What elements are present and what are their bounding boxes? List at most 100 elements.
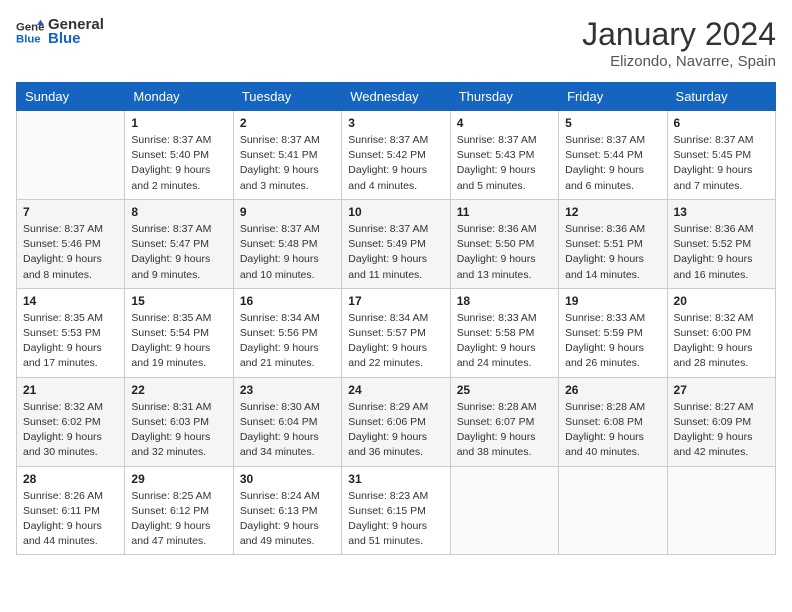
calendar-cell: 16 Sunrise: 8:34 AMSunset: 5:56 PMDayligh…	[233, 288, 341, 377]
calendar-cell: 1 Sunrise: 8:37 AMSunset: 5:40 PMDaylight…	[125, 111, 233, 200]
weekday-header-thursday: Thursday	[450, 83, 558, 111]
cell-sun-info: Sunrise: 8:37 AMSunset: 5:47 PMDaylight:…	[131, 222, 226, 283]
cell-sun-info: Sunrise: 8:33 AMSunset: 5:58 PMDaylight:…	[457, 311, 552, 372]
cell-sun-info: Sunrise: 8:37 AMSunset: 5:43 PMDaylight:…	[457, 133, 552, 194]
calendar-cell: 30 Sunrise: 8:24 AMSunset: 6:13 PMDayligh…	[233, 466, 341, 555]
cell-sun-info: Sunrise: 8:28 AMSunset: 6:08 PMDaylight:…	[565, 400, 660, 461]
cell-sun-info: Sunrise: 8:31 AMSunset: 6:03 PMDaylight:…	[131, 400, 226, 461]
cell-date-number: 24	[348, 383, 443, 397]
calendar-cell: 24 Sunrise: 8:29 AMSunset: 6:06 PMDayligh…	[342, 377, 450, 466]
cell-sun-info: Sunrise: 8:35 AMSunset: 5:54 PMDaylight:…	[131, 311, 226, 372]
calendar-cell	[17, 111, 125, 200]
cell-sun-info: Sunrise: 8:24 AMSunset: 6:13 PMDaylight:…	[240, 489, 335, 550]
calendar-cell: 7 Sunrise: 8:37 AMSunset: 5:46 PMDaylight…	[17, 199, 125, 288]
cell-sun-info: Sunrise: 8:37 AMSunset: 5:44 PMDaylight:…	[565, 133, 660, 194]
calendar-cell	[450, 466, 558, 555]
cell-sun-info: Sunrise: 8:37 AMSunset: 5:42 PMDaylight:…	[348, 133, 443, 194]
calendar-cell	[667, 466, 775, 555]
calendar-cell	[559, 466, 667, 555]
calendar-week-row: 14Sunrise: 8:35 AMSunset: 5:53 PMDayligh…	[17, 288, 776, 377]
cell-sun-info: Sunrise: 8:36 AMSunset: 5:52 PMDaylight:…	[674, 222, 769, 283]
calendar-cell: 4 Sunrise: 8:37 AMSunset: 5:43 PMDaylight…	[450, 111, 558, 200]
calendar-cell: 2 Sunrise: 8:37 AMSunset: 5:41 PMDaylight…	[233, 111, 341, 200]
cell-date-number: 20	[674, 294, 769, 308]
calendar-cell: 21 Sunrise: 8:32 AMSunset: 6:02 PMDayligh…	[17, 377, 125, 466]
cell-sun-info: Sunrise: 8:36 AMSunset: 5:50 PMDaylight:…	[457, 222, 552, 283]
calendar-cell: 11 Sunrise: 8:36 AMSunset: 5:50 PMDayligh…	[450, 199, 558, 288]
calendar-cell: 3 Sunrise: 8:37 AMSunset: 5:42 PMDaylight…	[342, 111, 450, 200]
cell-sun-info: Sunrise: 8:37 AMSunset: 5:40 PMDaylight:…	[131, 133, 226, 194]
cell-date-number: 11	[457, 205, 552, 219]
cell-sun-info: Sunrise: 8:29 AMSunset: 6:06 PMDaylight:…	[348, 400, 443, 461]
calendar-cell: 5 Sunrise: 8:37 AMSunset: 5:44 PMDaylight…	[559, 111, 667, 200]
cell-sun-info: Sunrise: 8:26 AMSunset: 6:11 PMDaylight:…	[23, 489, 118, 550]
cell-sun-info: Sunrise: 8:32 AMSunset: 6:00 PMDaylight:…	[674, 311, 769, 372]
calendar-cell: 20 Sunrise: 8:32 AMSunset: 6:00 PMDayligh…	[667, 288, 775, 377]
cell-date-number: 27	[674, 383, 769, 397]
calendar-week-row: 21 Sunrise: 8:32 AMSunset: 6:02 PMDayligh…	[17, 377, 776, 466]
cell-sun-info: Sunrise: 8:27 AMSunset: 6:09 PMDaylight:…	[674, 400, 769, 461]
weekday-header-monday: Monday	[125, 83, 233, 111]
svg-text:Blue: Blue	[16, 33, 41, 45]
cell-sun-info: Sunrise: 8:35 AMSunset: 5:53 PMDaylight:…	[23, 311, 118, 372]
cell-date-number: 15	[131, 294, 226, 308]
cell-date-number: 30	[240, 472, 335, 486]
cell-sun-info: Sunrise: 8:33 AMSunset: 5:59 PMDaylight:…	[565, 311, 660, 372]
cell-sun-info: Sunrise: 8:37 AMSunset: 5:45 PMDaylight:…	[674, 133, 769, 194]
calendar-cell: 23Sunrise: 8:30 AMSunset: 6:04 PMDayligh…	[233, 377, 341, 466]
weekday-header-sunday: Sunday	[17, 83, 125, 111]
cell-date-number: 9	[240, 205, 335, 219]
cell-sun-info: Sunrise: 8:37 AMSunset: 5:49 PMDaylight:…	[348, 222, 443, 283]
cell-date-number: 1	[131, 116, 226, 130]
calendar-cell: 6Sunrise: 8:37 AMSunset: 5:45 PMDaylight…	[667, 111, 775, 200]
cell-date-number: 7	[23, 205, 118, 219]
cell-sun-info: Sunrise: 8:37 AMSunset: 5:48 PMDaylight:…	[240, 222, 335, 283]
calendar-cell: 17Sunrise: 8:34 AMSunset: 5:57 PMDayligh…	[342, 288, 450, 377]
page-header: General Blue General Blue January 2024 E…	[16, 16, 776, 70]
cell-date-number: 25	[457, 383, 552, 397]
title-block: January 2024 Elizondo, Navarre, Spain	[582, 16, 776, 70]
cell-date-number: 28	[23, 472, 118, 486]
calendar-week-row: 28 Sunrise: 8:26 AMSunset: 6:11 PMDayligh…	[17, 466, 776, 555]
weekday-header-friday: Friday	[559, 83, 667, 111]
cell-date-number: 12	[565, 205, 660, 219]
cell-date-number: 16	[240, 294, 335, 308]
calendar-cell: 15 Sunrise: 8:35 AMSunset: 5:54 PMDayligh…	[125, 288, 233, 377]
cell-sun-info: Sunrise: 8:36 AMSunset: 5:51 PMDaylight:…	[565, 222, 660, 283]
cell-date-number: 4	[457, 116, 552, 130]
calendar-cell: 10 Sunrise: 8:37 AMSunset: 5:49 PMDayligh…	[342, 199, 450, 288]
calendar-cell: 27 Sunrise: 8:27 AMSunset: 6:09 PMDayligh…	[667, 377, 775, 466]
logo-icon: General Blue	[16, 18, 44, 46]
cell-date-number: 3	[348, 116, 443, 130]
logo: General Blue General Blue	[16, 16, 104, 47]
month-title: January 2024	[582, 16, 776, 53]
cell-sun-info: Sunrise: 8:34 AMSunset: 5:57 PMDaylight:…	[348, 311, 443, 372]
weekday-header-tuesday: Tuesday	[233, 83, 341, 111]
location: Elizondo, Navarre, Spain	[582, 53, 776, 70]
weekday-header-row: SundayMondayTuesdayWednesdayThursdayFrid…	[17, 83, 776, 111]
weekday-header-wednesday: Wednesday	[342, 83, 450, 111]
cell-sun-info: Sunrise: 8:37 AMSunset: 5:46 PMDaylight:…	[23, 222, 118, 283]
calendar-cell: 9 Sunrise: 8:37 AMSunset: 5:48 PMDaylight…	[233, 199, 341, 288]
calendar-cell: 14Sunrise: 8:35 AMSunset: 5:53 PMDayligh…	[17, 288, 125, 377]
cell-sun-info: Sunrise: 8:23 AMSunset: 6:15 PMDaylight:…	[348, 489, 443, 550]
calendar-cell: 31 Sunrise: 8:23 AMSunset: 6:15 PMDayligh…	[342, 466, 450, 555]
cell-date-number: 31	[348, 472, 443, 486]
calendar-cell: 29Sunrise: 8:25 AMSunset: 6:12 PMDayligh…	[125, 466, 233, 555]
cell-date-number: 2	[240, 116, 335, 130]
calendar-table: SundayMondayTuesdayWednesdayThursdayFrid…	[16, 82, 776, 555]
calendar-cell: 13Sunrise: 8:36 AMSunset: 5:52 PMDayligh…	[667, 199, 775, 288]
cell-date-number: 5	[565, 116, 660, 130]
cell-sun-info: Sunrise: 8:25 AMSunset: 6:12 PMDaylight:…	[131, 489, 226, 550]
cell-sun-info: Sunrise: 8:32 AMSunset: 6:02 PMDaylight:…	[23, 400, 118, 461]
calendar-cell: 25 Sunrise: 8:28 AMSunset: 6:07 PMDayligh…	[450, 377, 558, 466]
cell-date-number: 21	[23, 383, 118, 397]
cell-date-number: 18	[457, 294, 552, 308]
cell-sun-info: Sunrise: 8:37 AMSunset: 5:41 PMDaylight:…	[240, 133, 335, 194]
calendar-cell: 8Sunrise: 8:37 AMSunset: 5:47 PMDaylight…	[125, 199, 233, 288]
cell-sun-info: Sunrise: 8:28 AMSunset: 6:07 PMDaylight:…	[457, 400, 552, 461]
cell-sun-info: Sunrise: 8:34 AMSunset: 5:56 PMDaylight:…	[240, 311, 335, 372]
cell-date-number: 10	[348, 205, 443, 219]
cell-date-number: 19	[565, 294, 660, 308]
calendar-cell: 18 Sunrise: 8:33 AMSunset: 5:58 PMDayligh…	[450, 288, 558, 377]
